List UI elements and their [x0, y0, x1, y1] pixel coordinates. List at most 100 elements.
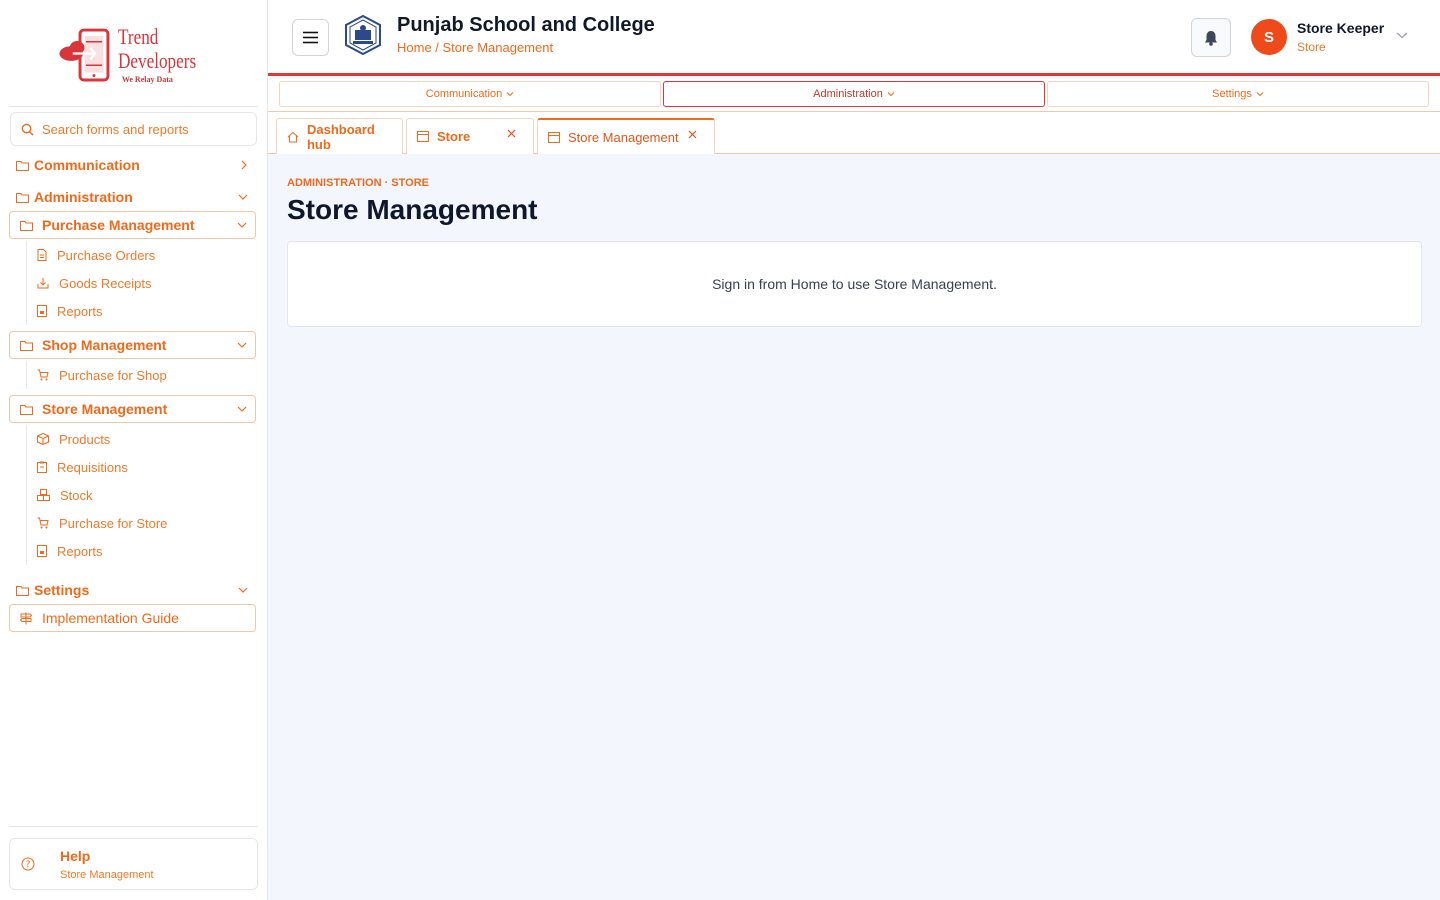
page-title: Store Management	[287, 194, 538, 225]
sidebar-group-label: Communication	[34, 157, 140, 173]
topnav-settings[interactable]: Settings	[1047, 81, 1429, 107]
search-icon	[21, 123, 34, 136]
sidebar-group-label: Settings	[34, 582, 90, 598]
chevron-down-icon[interactable]	[1396, 31, 1408, 39]
topnav-administration[interactable]: Administration	[663, 81, 1045, 107]
section-label: Store Management	[42, 401, 168, 417]
purchase-items: Purchase Orders Goods Receipts Reports	[26, 241, 155, 325]
bell-icon	[1205, 30, 1217, 46]
tab-bar: Dashboard hub Store Store Management	[268, 112, 1440, 154]
signpost-icon	[20, 612, 32, 624]
logo-phone-icon	[59, 28, 110, 82]
help-card[interactable]: ? Help Store Management	[9, 838, 258, 890]
item-label: Reports	[57, 543, 103, 559]
topnav-label: Settings	[1212, 88, 1252, 100]
sidebar-item-store-reports[interactable]: Reports	[27, 537, 167, 565]
sidebar-item-purchase-orders[interactable]: Purchase Orders	[27, 241, 155, 269]
folder-icon	[20, 220, 33, 231]
item-label: Implementation Guide	[42, 610, 179, 626]
menu-toggle-button[interactable]	[292, 19, 329, 56]
notifications-button[interactable]	[1191, 18, 1231, 57]
section-label: Shop Management	[42, 337, 167, 353]
chevron-down-icon	[1256, 92, 1264, 97]
user-role: Store	[1297, 40, 1326, 54]
folder-icon	[20, 340, 33, 351]
sidebar-item-purchase-reports[interactable]: Reports	[27, 297, 155, 325]
logo-line-1: Trend	[117, 24, 159, 49]
sidebar-section-store-management[interactable]: Store Management	[9, 395, 256, 423]
home-icon	[287, 131, 299, 142]
folder-icon	[20, 404, 33, 415]
sidebar-item-products[interactable]: Products	[27, 425, 167, 453]
item-label: Requisitions	[57, 459, 128, 475]
inbox-download-icon	[37, 278, 49, 289]
tab-store-management[interactable]: Store Management	[537, 118, 715, 154]
sidebar-group-administration[interactable]: Administration	[16, 189, 252, 205]
page-eyebrow: ADMINISTRATION · STORE	[287, 177, 429, 189]
topnav-label: Communication	[425, 88, 503, 100]
chevron-right-icon	[241, 160, 247, 170]
sidebar-section-shop-management[interactable]: Shop Management	[9, 331, 256, 359]
sidebar-search[interactable]	[10, 112, 257, 146]
sidebar-item-implementation-guide[interactable]: Implementation Guide	[9, 604, 256, 632]
search-input[interactable]	[42, 121, 242, 137]
shop-items: Purchase for Shop	[26, 361, 167, 389]
sidebar-item-requisitions[interactable]: Requisitions	[27, 453, 167, 481]
sign-in-message: Sign in from Home to use Store Managemen…	[712, 276, 997, 292]
close-icon[interactable]	[688, 130, 697, 139]
sidebar-item-purchase-for-shop[interactable]: Purchase for Shop	[27, 361, 167, 389]
item-label: Stock	[60, 487, 93, 503]
hamburger-icon	[303, 31, 318, 44]
user-name[interactable]: Store Keeper	[1297, 20, 1384, 36]
logo-line-2: Developers	[117, 48, 196, 73]
chevron-down-icon	[238, 587, 248, 593]
topnav-label: Administration	[813, 88, 883, 100]
document-icon	[37, 249, 47, 261]
top-nav: Communication Administration Settings	[268, 79, 1440, 112]
sidebar-item-stock[interactable]: Stock	[27, 481, 167, 509]
item-label: Goods Receipts	[59, 275, 152, 291]
divider	[9, 826, 258, 827]
chevron-down-icon	[237, 342, 247, 348]
trend-developers-logo[interactable]: Trend Developers We Relay Data	[58, 18, 218, 92]
help-subtitle: Store Management	[60, 869, 154, 881]
tab-label: Dashboard hub	[306, 121, 375, 152]
item-label: Purchase for Store	[59, 515, 168, 531]
close-icon[interactable]	[507, 129, 516, 138]
item-label: Products	[59, 431, 111, 447]
folder-icon	[16, 160, 29, 171]
item-label: Purchase Orders	[57, 247, 156, 263]
tab-store[interactable]: Store	[406, 118, 534, 154]
item-label: Reports	[57, 303, 103, 319]
tab-label: Store Management	[568, 129, 679, 145]
sign-in-notice-card: Sign in from Home to use Store Managemen…	[287, 241, 1422, 327]
tab-label: Store	[437, 129, 471, 144]
school-name: Punjab School and College	[397, 14, 655, 36]
clipboard-icon	[37, 461, 47, 473]
chevron-down-icon	[237, 222, 247, 228]
school-logo-icon[interactable]	[344, 15, 382, 55]
section-label: Purchase Management	[42, 217, 195, 233]
divider	[9, 106, 258, 107]
sidebar-item-purchase-for-store[interactable]: Purchase for Store	[27, 509, 167, 537]
chevron-down-icon	[506, 92, 514, 97]
window-icon	[417, 131, 429, 142]
folder-icon	[16, 192, 29, 203]
sidebar-group-settings[interactable]: Settings	[16, 582, 252, 598]
tab-dashboard-hub[interactable]: Dashboard hub	[276, 118, 403, 154]
user-avatar[interactable]: S	[1251, 19, 1287, 55]
topnav-communication[interactable]: Communication	[279, 81, 661, 107]
sidebar-item-goods-receipts[interactable]: Goods Receipts	[27, 269, 155, 297]
store-items: Products Requisitions Stock Purchase for…	[26, 425, 167, 565]
boxes-icon	[37, 489, 50, 501]
help-icon: ?	[21, 857, 35, 871]
chevron-down-icon	[887, 92, 895, 97]
window-icon	[548, 131, 560, 143]
item-label: Purchase for Shop	[59, 367, 167, 383]
sidebar-group-communication[interactable]: Communication	[16, 157, 252, 173]
svg-text:?: ?	[26, 860, 31, 870]
sidebar-section-purchase-management[interactable]: Purchase Management	[9, 211, 256, 239]
sidebar: Trend Developers We Relay Data Communica…	[0, 0, 268, 900]
folder-icon	[16, 585, 29, 596]
breadcrumb[interactable]: Home / Store Management	[397, 40, 553, 55]
